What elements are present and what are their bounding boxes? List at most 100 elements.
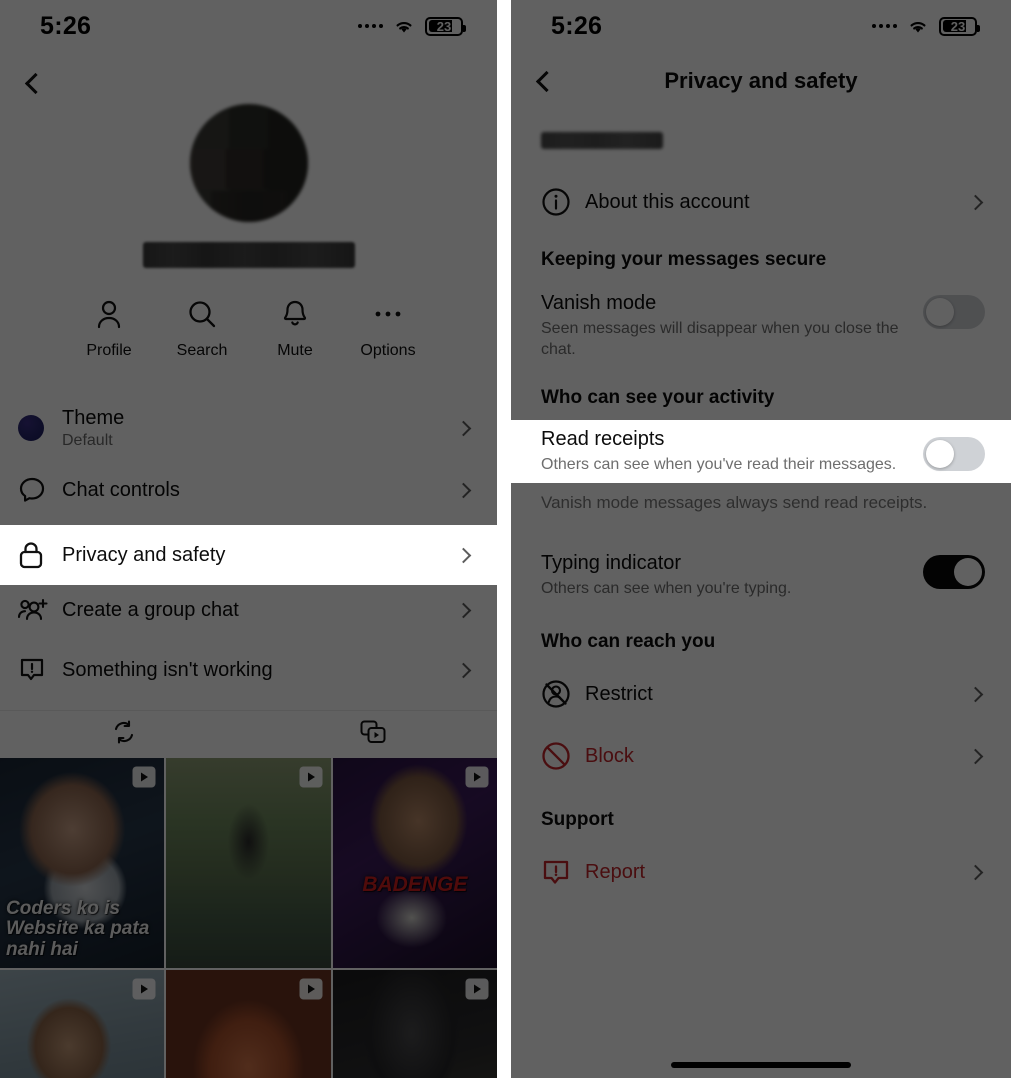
chevron-left-icon [535,70,557,92]
quick-action-options[interactable]: Options [342,298,435,360]
row-about-this-account[interactable]: About this account [511,171,1011,233]
status-indicators: 23 [358,16,466,36]
search-icon [187,298,217,330]
menu-item-title: Something isn't working [62,658,273,681]
page-header: Privacy and safety [511,52,1011,110]
section-keeping-messages-secure: Keeping your messages secure [541,249,827,270]
grid-caption: Coders ko is Website ka pata nahi hai [6,897,150,960]
profile-tabs [0,710,497,758]
chevron-right-icon [967,748,984,765]
menu-item-title: Privacy and safety [62,543,226,566]
quick-action-search[interactable]: Search [156,298,249,360]
status-indicators: 23 [872,16,980,36]
quick-action-mute[interactable]: Mute [249,298,342,360]
person-icon [95,298,123,330]
row-subtitle: Seen messages will disappear when you cl… [541,320,899,358]
menu-item-title: Create a group chat [62,598,239,621]
restrict-icon [541,679,585,709]
row-restrict[interactable]: Restrict [511,663,1011,725]
chevron-right-icon [967,194,984,210]
battery-icon: 23 [939,16,980,36]
page-title: Privacy and safety [664,68,858,93]
row-title: Vanish mode [541,292,657,314]
status-clock: 5:26 [551,11,603,40]
username-redacted [142,242,355,268]
menu-item-theme[interactable]: Theme Default [0,396,497,460]
right-phone-panel: 5:26 23 Privacy and safety About this ac… [511,0,1011,1078]
reel-icon [298,765,324,789]
row-label: Report [585,860,646,883]
row-typing-indicator[interactable]: Typing indicator Others can see when you… [511,541,1011,610]
section-who-can-see-your-activity: Who can see your activity [541,386,775,408]
tab-reshare[interactable] [0,711,249,758]
quick-action-label: Profile [86,342,132,359]
wifi-icon [392,17,416,35]
signal-dots-icon [872,24,897,28]
wifi-icon [906,17,930,35]
row-read-receipts[interactable]: Read receipts Others can see when you've… [511,420,1011,483]
reels-grid: Coders ko is Website ka pata nahi hai BA… [0,758,497,1078]
back-button-left[interactable] [10,58,60,108]
screenshot-stage: 5:26 23 Profile Search Mute Options Them… [0,0,1011,1078]
lock-icon [18,540,62,570]
menu-item-something-isnt-working[interactable]: Something isn't working [0,640,497,700]
avatar[interactable] [189,104,308,222]
grid-item[interactable]: GOOGLE APPS HIDDEN FEATURES [0,970,165,1078]
row-label: About this account [585,190,750,213]
chevron-right-icon [967,686,984,703]
row-report[interactable]: Report [511,841,1011,903]
left-phone-panel: 5:26 23 Profile Search Mute Options Them… [0,0,497,1078]
chat-bubble-icon [18,476,62,504]
menu-item-title: Chat controls [62,478,180,501]
ellipsis-icon [373,298,403,330]
reel-icon [464,977,490,1001]
info-icon [541,187,585,217]
vanish-mode-toggle[interactable] [923,295,985,329]
vanish-mode-note: Vanish mode messages always send read re… [541,492,928,512]
section-who-can-reach-you: Who can reach you [541,631,716,653]
read-receipts-toggle[interactable] [923,436,985,471]
grid-item[interactable] [166,758,331,969]
tab-reels[interactable] [249,711,498,758]
row-vanish-mode[interactable]: Vanish mode Seen messages will disappear… [511,281,1011,371]
chevron-right-icon [455,602,472,618]
grid-item[interactable]: Coders ko is Website ka pata nahi hai [0,758,165,969]
quick-action-label: Search [176,342,228,359]
chevron-right-icon [455,662,472,678]
menu-item-privacy-and-safety[interactable]: Privacy and safety [0,525,497,585]
theme-color-dot-icon [18,415,62,441]
reel-icon [131,765,157,789]
block-icon [541,741,585,771]
reshare-icon [111,719,137,750]
row-label: Restrict [585,682,653,705]
quick-action-label: Options [360,342,416,359]
back-button-right[interactable] [521,52,571,110]
row-subtitle: Others can see when you're typing. [541,579,792,597]
home-indicator [671,1062,851,1068]
row-title: Read receipts [541,428,665,451]
grid-item[interactable] [166,970,331,1078]
chevron-right-icon [455,420,472,436]
menu-item-create-group-chat[interactable]: Create a group chat [0,580,497,640]
quick-action-label: Mute [277,342,313,359]
row-subtitle: Others can see when you've read their me… [541,456,897,474]
username-redacted [541,132,663,149]
grid-item[interactable]: BADENGE [332,758,497,969]
typing-indicator-toggle[interactable] [923,554,985,589]
grid-item[interactable]: LIFE SAVING! SETTINGS [332,970,497,1078]
profile-header [0,52,497,268]
chevron-right-icon [455,547,472,563]
chevron-right-icon [455,482,472,498]
add-people-icon [18,597,62,623]
quick-action-profile[interactable]: Profile [63,298,156,360]
reels-stack-icon [359,719,387,750]
report-icon [541,857,585,887]
grid-caption: BADENGE [362,873,468,897]
signal-dots-icon [358,24,383,28]
menu-item-chat-controls[interactable]: Chat controls [0,460,497,520]
bell-icon [282,298,308,330]
row-label: Block [585,744,634,767]
row-block[interactable]: Block [511,725,1011,787]
section-support: Support [541,809,614,831]
battery-level: 23 [436,18,452,34]
